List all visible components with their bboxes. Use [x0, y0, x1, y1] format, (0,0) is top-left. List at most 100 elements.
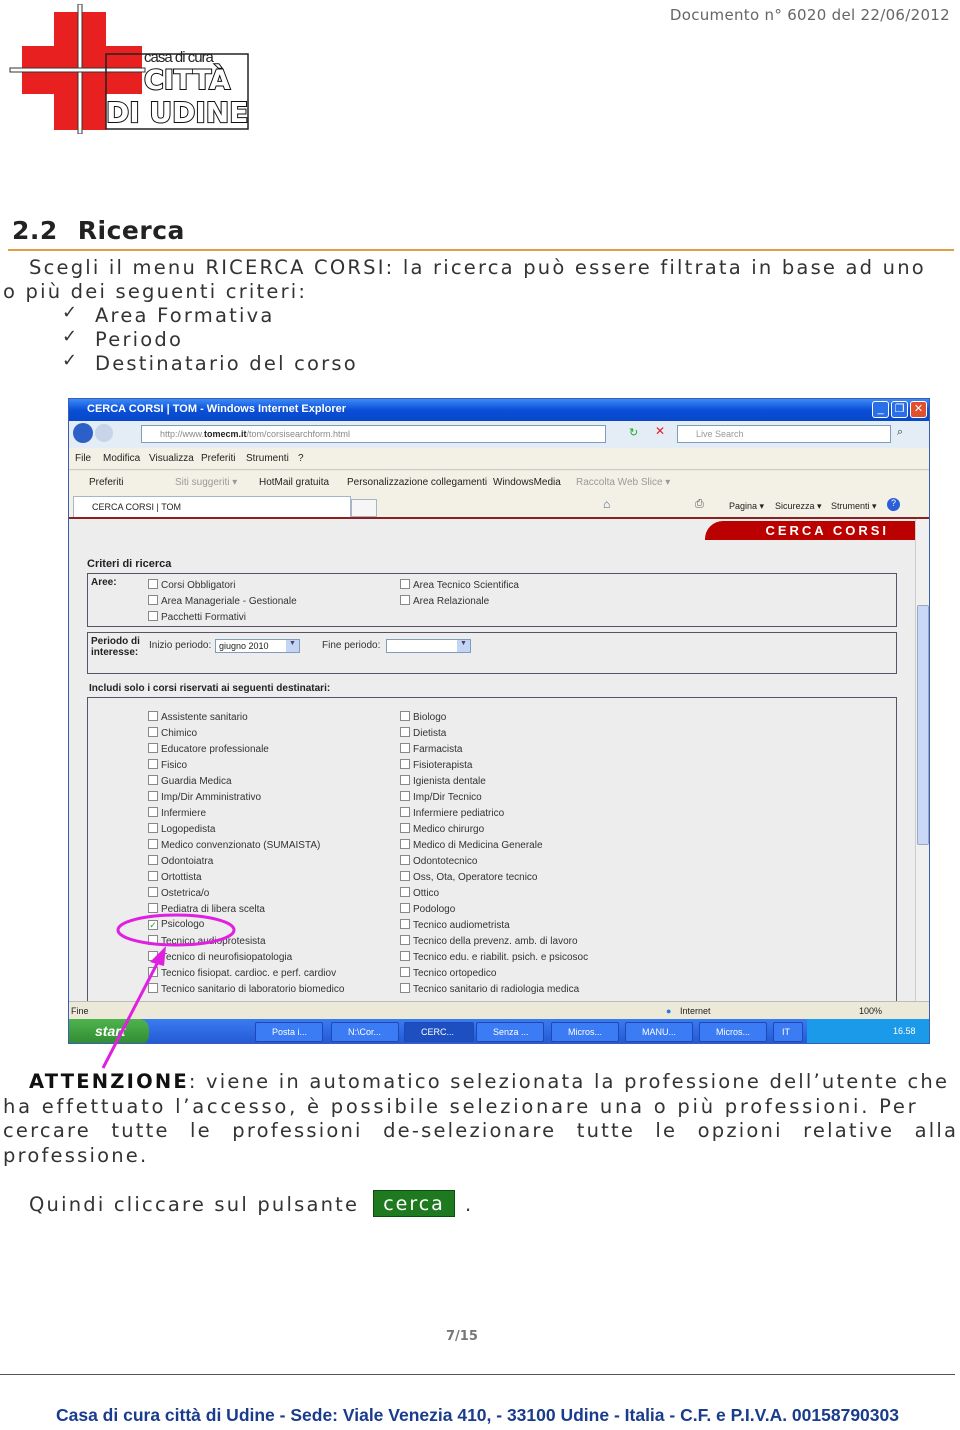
checkbox-box[interactable]: [400, 983, 410, 993]
menu-file[interactable]: File: [75, 453, 91, 464]
checkbox-box[interactable]: [400, 595, 410, 605]
checkbox-box[interactable]: [148, 727, 158, 737]
cerca-button[interactable]: cerca: [373, 1190, 455, 1217]
checkbox-box[interactable]: [148, 759, 158, 769]
checkbox-chimico[interactable]: Chimico: [148, 727, 197, 739]
checkbox-ortottista[interactable]: Ortottista: [148, 871, 202, 883]
checkbox-medico-convenzionato-sumaista-[interactable]: Medico convenzionato (SUMAISTA): [148, 839, 320, 851]
checkbox-box[interactable]: [148, 871, 158, 881]
checkbox-box[interactable]: [400, 919, 410, 929]
checkbox-tecnico-audiometrista[interactable]: Tecnico audiometrista: [400, 919, 510, 931]
taskbar-item[interactable]: CERC...: [404, 1022, 474, 1042]
help-icon[interactable]: ?: [887, 498, 900, 511]
checkbox-box[interactable]: [148, 823, 158, 833]
favorite-link[interactable]: Preferiti: [89, 477, 123, 488]
menu-preferiti[interactable]: Preferiti: [201, 453, 235, 464]
checkbox-igienista-dentale[interactable]: Igienista dentale: [400, 775, 486, 787]
back-icon[interactable]: [73, 423, 93, 443]
taskbar-item[interactable]: N:\Cor...: [331, 1022, 399, 1042]
menu-strumenti[interactable]: Strumenti: [246, 453, 289, 464]
checkbox-tecnico-audioprotesista[interactable]: Tecnico audioprotesista: [148, 935, 266, 947]
print-icon[interactable]: ⎙: [695, 498, 704, 511]
favorite-link[interactable]: Personalizzazione collegamenti: [347, 477, 487, 488]
menu-help[interactable]: ?: [298, 453, 304, 464]
scrollbar-thumb[interactable]: [917, 605, 929, 845]
checkbox-box[interactable]: [148, 711, 158, 721]
checkbox-box[interactable]: ✓: [148, 920, 158, 930]
checkbox-box[interactable]: [148, 903, 158, 913]
forward-icon[interactable]: [95, 424, 113, 442]
checkbox-podologo[interactable]: Podologo: [400, 903, 455, 915]
checkbox-box[interactable]: [400, 935, 410, 945]
checkbox-tecnico-edu-e-riabilit-psich-e-psicosoc[interactable]: Tecnico edu. e riabilit. psich. e psicos…: [400, 951, 588, 963]
checkbox-box[interactable]: [148, 775, 158, 785]
checkbox-pacchetti-formativi[interactable]: Pacchetti Formativi: [148, 611, 246, 623]
checkbox-tecnico-fisiopat-cardioc-e-perf-cardiov[interactable]: Tecnico fisiopat. cardioc. e perf. cardi…: [148, 967, 336, 979]
checkbox-box[interactable]: [400, 951, 410, 961]
checkbox-psicologo[interactable]: ✓ Psicologo: [148, 919, 204, 930]
language-indicator[interactable]: IT: [773, 1022, 803, 1042]
checkbox-fisioterapista[interactable]: Fisioterapista: [400, 759, 472, 771]
checkbox-educatore-professionale[interactable]: Educatore professionale: [148, 743, 269, 755]
checkbox-box[interactable]: [400, 775, 410, 785]
checkbox-box[interactable]: [400, 903, 410, 913]
checkbox-box[interactable]: [148, 807, 158, 817]
checkbox-box[interactable]: [400, 871, 410, 881]
checkbox-fisico[interactable]: Fisico: [148, 759, 187, 771]
checkbox-box[interactable]: [148, 855, 158, 865]
zoom-level[interactable]: 100%: [859, 1006, 882, 1016]
toolbar-menu[interactable]: Sicurezza ▾: [775, 501, 822, 512]
new-tab-button[interactable]: [351, 499, 377, 517]
taskbar-item[interactable]: Senza ...: [476, 1022, 544, 1042]
checkbox-box[interactable]: [148, 983, 158, 993]
minimize-icon[interactable]: _: [872, 401, 889, 418]
checkbox-area-tecnico-scientifica[interactable]: Area Tecnico Scientifica: [400, 579, 519, 591]
checkbox-box[interactable]: [400, 579, 410, 589]
checkbox-corsi-obbligatori[interactable]: Corsi Obbligatori: [148, 579, 235, 591]
home-icon[interactable]: ⌂: [603, 497, 610, 511]
stop-icon[interactable]: ✕: [655, 424, 665, 438]
search-icon[interactable]: ⌕: [897, 426, 903, 439]
checkbox-box[interactable]: [400, 743, 410, 753]
checkbox-box[interactable]: [148, 951, 158, 961]
checkbox-assistente-sanitario[interactable]: Assistente sanitario: [148, 711, 248, 723]
checkbox-box[interactable]: [148, 595, 158, 605]
tab-cerca-corsi[interactable]: CERCA CORSI | TOM: [73, 496, 351, 517]
favorite-link[interactable]: WindowsMedia: [493, 477, 561, 488]
checkbox-logopedista[interactable]: Logopedista: [148, 823, 216, 835]
checkbox-box[interactable]: [148, 611, 158, 621]
checkbox-imp-dir-amministrativo[interactable]: Imp/Dir Amministrativo: [148, 791, 261, 803]
favorite-link[interactable]: HotMail gratuita: [259, 477, 329, 488]
checkbox-biologo[interactable]: Biologo: [400, 711, 446, 723]
restore-icon[interactable]: ❐: [891, 401, 908, 418]
start-button[interactable]: start: [69, 1019, 149, 1043]
search-input[interactable]: Live Search: [677, 425, 891, 443]
checkbox-infermiere-pediatrico[interactable]: Infermiere pediatrico: [400, 807, 504, 819]
close-icon[interactable]: ✕: [910, 401, 927, 418]
checkbox-box[interactable]: [400, 967, 410, 977]
checkbox-box[interactable]: [148, 967, 158, 977]
checkbox-box[interactable]: [400, 855, 410, 865]
checkbox-box[interactable]: [400, 727, 410, 737]
url-input[interactable]: http://www.tomecm.it/tom/corsisearchform…: [141, 425, 606, 443]
checkbox-tecnico-della-prevenz-amb-di-lavoro[interactable]: Tecnico della prevenz. amb. di lavoro: [400, 935, 578, 947]
checkbox-box[interactable]: [400, 759, 410, 769]
taskbar-item[interactable]: MANU...: [625, 1022, 693, 1042]
checkbox-guardia-medica[interactable]: Guardia Medica: [148, 775, 232, 787]
menu-visualizza[interactable]: Visualizza: [149, 453, 194, 464]
checkbox-box[interactable]: [400, 711, 410, 721]
toolbar-menu[interactable]: Strumenti ▾: [831, 501, 877, 512]
checkbox-farmacista[interactable]: Farmacista: [400, 743, 462, 755]
checkbox-infermiere[interactable]: Infermiere: [148, 807, 206, 819]
favorite-link[interactable]: Raccolta Web Slice ▾: [576, 477, 670, 488]
toolbar-menu[interactable]: Pagina ▾: [729, 501, 764, 512]
checkbox-imp-dir-tecnico[interactable]: Imp/Dir Tecnico: [400, 791, 482, 803]
checkbox-odontoiatra[interactable]: Odontoiatra: [148, 855, 213, 867]
checkbox-dietista[interactable]: Dietista: [400, 727, 446, 739]
taskbar-item[interactable]: Posta i...: [255, 1022, 323, 1042]
taskbar-item[interactable]: Micros...: [699, 1022, 767, 1042]
checkbox-box[interactable]: [400, 807, 410, 817]
checkbox-oss-ota-operatore-tecnico[interactable]: Oss, Ota, Operatore tecnico: [400, 871, 538, 883]
checkbox-medico-di-medicina-generale[interactable]: Medico di Medicina Generale: [400, 839, 543, 851]
checkbox-area-manageriale-gestionale[interactable]: Area Manageriale - Gestionale: [148, 595, 297, 607]
